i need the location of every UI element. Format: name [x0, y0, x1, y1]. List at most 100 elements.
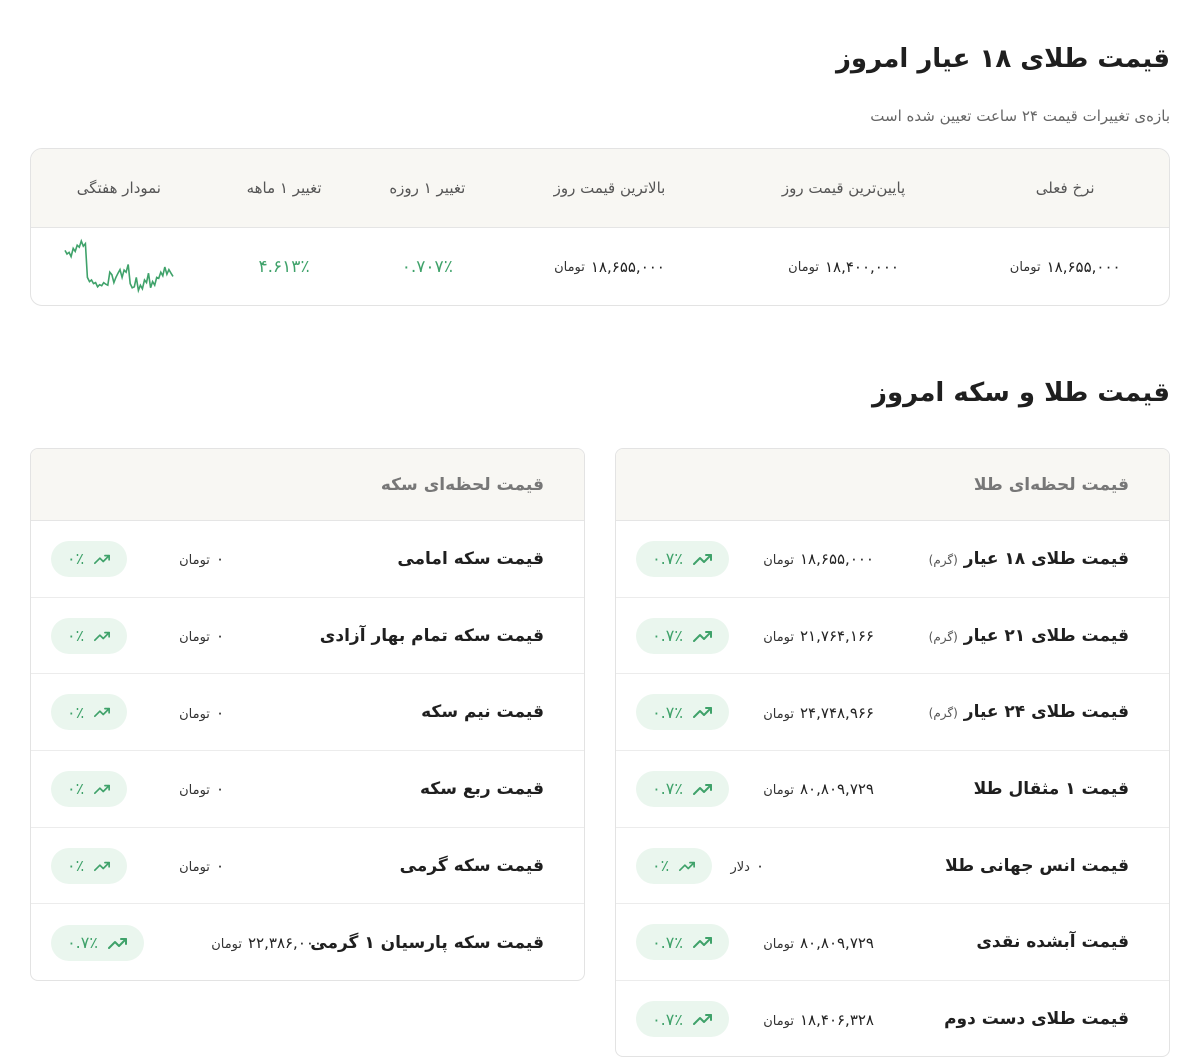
gold-row: قیمت آبشده نقدی ۸۰,۸۰۹,۷۲۹ تومان ۰.۷٪	[616, 904, 1169, 982]
header-change-day: تغییر ۱ روزه	[389, 179, 466, 197]
gold-row-change-value: ۰.۷٪	[652, 932, 683, 952]
gold-row-price-value: ۰	[755, 857, 764, 876]
gold-row: قیمت ۱ مثقال طلا ۸۰,۸۰۹,۷۲۹ تومان ۰.۷٪	[616, 751, 1169, 828]
coin-row-price-unit: تومان	[179, 860, 210, 876]
coin-row-price: ۲۲,۳۸۶,۰۰۰ تومان	[211, 933, 322, 952]
gold-row-unit-suffix: (گرم)	[928, 552, 958, 567]
trending-up-icon	[679, 861, 696, 871]
trending-up-icon	[692, 553, 712, 565]
gold-row-price-value: ۸۰,۸۰۹,۷۲۹	[800, 780, 874, 799]
highest-price-value: ۱۸,۶۵۵,۰۰۰	[590, 258, 665, 276]
gold-row-change-badge: ۰.۷٪	[636, 694, 729, 731]
gold-row-price-unit: تومان	[763, 783, 794, 799]
coin-row: قیمت ربع سکه ۰ تومان ۰٪	[31, 751, 584, 828]
coin-rows: قیمت سکه امامی ۰ تومان ۰٪ قیمت سکه تمام بهار…	[31, 521, 584, 980]
coin-row-price-value: ۲۲,۳۸۶,۰۰۰	[248, 934, 322, 953]
weekly-sparkline-cell	[31, 228, 207, 305]
gold-row-price: ۲۱,۷۶۴,۱۶۶ تومان	[763, 626, 874, 645]
gold-row-price-unit: تومان	[763, 706, 794, 722]
coin-row-price-unit: تومان	[179, 783, 210, 799]
gold-row: قیمت طلای ۱۸ عیار (گرم) ۱۸,۶۵۵,۰۰۰ تومان ۰.۷…	[616, 521, 1169, 598]
gold-row-title: قیمت ۱ مثقال طلا	[974, 779, 1129, 799]
gold-row-change-badge: ۰.۷٪	[636, 770, 729, 807]
gold-row: قیمت طلای دست دوم ۱۸,۴۰۶,۳۲۸ تومان ۰.۷٪	[616, 981, 1169, 1056]
coin-row-change-badge: ۰٪	[51, 617, 127, 654]
gold-row-name: قیمت طلای ۲۴ عیار	[963, 702, 1129, 723]
coin-row-title: قیمت سکه تمام بهار آزادی	[320, 626, 544, 646]
coin-row-change-badge: ۰٪	[51, 694, 127, 731]
coin-row-name: قیمت سکه امامی	[397, 548, 544, 569]
gold-row-title: قیمت طلای ۱۸ عیار (گرم)	[929, 549, 1129, 569]
coin-row-change-value: ۰٪	[67, 779, 85, 799]
coin-row-change-badge: ۰.۷٪	[51, 924, 144, 961]
coin-row: قیمت سکه تمام بهار آزادی ۰ تومان ۰٪	[31, 598, 584, 675]
coin-row-price-unit: تومان	[179, 553, 210, 569]
coin-row-title: قیمت سکه امامی	[397, 549, 544, 569]
summary-header-row: نرخ فعلی پایین‌ترین قیمت روز بالاترین قی…	[31, 149, 1169, 228]
coin-row-name: قیمت ربع سکه	[420, 778, 544, 799]
change-month: ۴.۶۱۳٪	[207, 228, 362, 305]
coin-row-change-value: ۰.۷٪	[67, 933, 98, 953]
lowest-price: ۱۸,۴۰۰,۰۰۰ تومان	[726, 228, 962, 305]
gold-row-change-value: ۰.۷٪	[652, 1009, 683, 1029]
gold-row-title: قیمت طلای ۲۱ عیار (گرم)	[929, 626, 1129, 646]
gold-row-title: قیمت انس جهانی طلا	[945, 856, 1129, 876]
coin-price-panel: قیمت لحظه‌ای سکه قیمت سکه امامی ۰تومان ۰٪ ق…	[30, 448, 585, 981]
gold-row-unit-suffix: (گرم)	[928, 706, 958, 721]
coin-row-price: ۰ تومان	[179, 779, 224, 798]
coin-panel-title: قیمت لحظه‌ای سکه	[31, 449, 584, 521]
gold-row-title: قیمت طلای ۲۴ عیار (گرم)	[929, 702, 1129, 722]
gold-row: قیمت انس جهانی طلا ۰ دلار ۰٪	[616, 828, 1169, 905]
gold-row-change-value: ۰.۷٪	[652, 549, 683, 569]
gold-row-change-badge: ۰٪	[636, 847, 712, 884]
change-day-value: ۰.۷۰۷٪	[401, 257, 453, 277]
coin-row-change-badge: ۰٪	[51, 847, 127, 884]
gold-row-change-badge: ۰.۷٪	[636, 924, 729, 961]
gold-row-change-value: ۰.۷٪	[652, 779, 683, 799]
trending-up-icon	[107, 937, 127, 949]
gold-coin-title: قیمت طلا و سکه امروز	[872, 378, 1170, 408]
gold-rows: قیمت طلای ۱۸ عیار (گرم) ۱۸,۶۵۵,۰۰۰ تومان ۰.۷…	[616, 521, 1169, 1056]
gold-row-price-value: ۲۱,۷۶۴,۱۶۶	[800, 627, 874, 646]
gold-row-price-value: ۱۸,۶۵۵,۰۰۰	[800, 550, 874, 569]
header-current: نرخ فعلی	[1035, 179, 1095, 197]
trending-up-icon	[94, 631, 111, 641]
gold-row-price-value: ۲۴,۷۴۸,۹۶۶	[800, 703, 874, 722]
coin-row-price: ۰ تومان	[179, 856, 224, 875]
coin-row: قیمت نیم سکه ۰ تومان ۰٪	[31, 674, 584, 752]
trending-up-icon	[692, 783, 712, 795]
coin-row-price-value: ۰	[215, 550, 224, 569]
highest-price-unit: تومان	[554, 259, 585, 275]
coin-row-change-value: ۰٪	[67, 702, 85, 722]
gold18-summary-table: نرخ فعلی پایین‌ترین قیمت روز بالاترین قی…	[30, 148, 1170, 306]
header-highest: بالاترین قیمت روز	[553, 179, 666, 197]
weekly-sparkline	[64, 238, 174, 294]
coin-row-price-value: ۰	[215, 627, 224, 646]
gold-row-name: قیمت طلای دست دوم	[944, 1009, 1129, 1030]
header-weekly-chart: نمودار هفتگی	[76, 179, 161, 197]
coin-row-change-badge: ۰٪	[51, 540, 127, 577]
coin-row-price-value: ۰	[215, 780, 224, 799]
current-price: ۱۸,۶۵۵,۰۰۰ تومان	[961, 228, 1169, 305]
coin-row-name: قیمت سکه گرمی	[399, 855, 544, 876]
gold-row-change-value: ۰.۷٪	[652, 702, 683, 722]
gold-row-price: ۸۰,۸۰۹,۷۲۹ تومان	[763, 933, 874, 952]
coin-row-change-badge: ۰٪	[51, 770, 127, 807]
coin-row-price: ۰ تومان	[179, 549, 224, 568]
coin-row-title: قیمت سکه پارسیان ۱ گرمی	[310, 933, 544, 953]
coin-row-price-value: ۰	[215, 703, 224, 722]
coin-row: قیمت سکه امامی ۰ تومان ۰٪	[31, 521, 584, 598]
coin-row-title: قیمت سکه گرمی	[400, 856, 544, 876]
gold-row-price: ۲۴,۷۴۸,۹۶۶ تومان	[763, 703, 874, 722]
coin-row-price: ۰ تومان	[179, 703, 224, 722]
coin-row-price-unit: تومان	[211, 937, 242, 953]
gold-price-panel: قیمت لحظه‌ای طلا قیمت طلای ۱۸ عیار (گرم) ۱…	[615, 448, 1170, 1057]
coin-row-title: قیمت نیم سکه	[421, 702, 544, 722]
gold-row-price-value: ۱۸,۴۰۶,۳۲۸	[800, 1010, 874, 1029]
gold-row: قیمت طلای ۲۴ عیار (گرم) ۲۴,۷۴۸,۹۶۶ تومان ۰.۷…	[616, 674, 1169, 752]
coin-row-change-value: ۰٪	[67, 549, 85, 569]
change-month-value: ۴.۶۱۳٪	[258, 257, 310, 277]
gold-row-price-value: ۸۰,۸۰۹,۷۲۹	[800, 933, 874, 952]
gold-row-price: ۸۰,۸۰۹,۷۲۹ تومان	[763, 779, 874, 798]
trending-up-icon	[692, 1014, 712, 1026]
